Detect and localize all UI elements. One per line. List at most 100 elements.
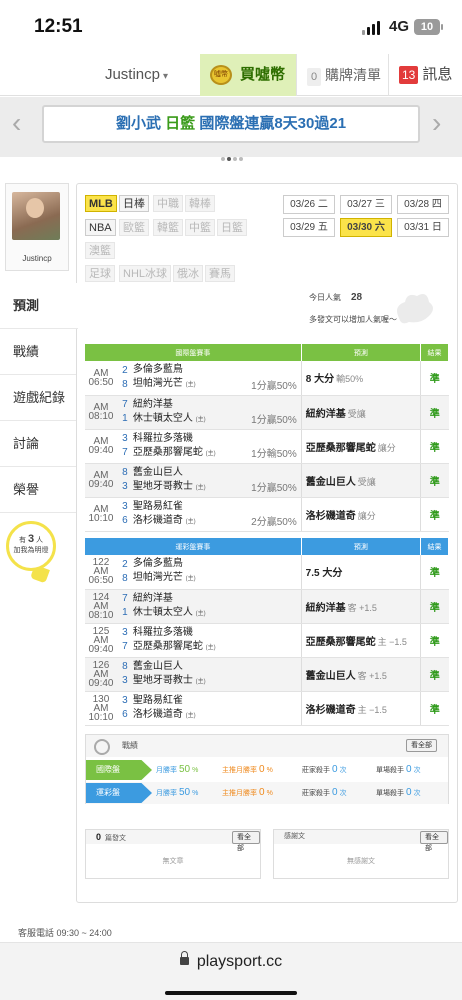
prediction-note: 受讓 bbox=[347, 408, 366, 419]
sport-tab-kr-basketball[interactable]: 韓籃 bbox=[153, 219, 183, 236]
home-team-line: 亞歷桑那響尾蛇 (主) bbox=[133, 446, 216, 461]
messages-button[interactable]: 13 訊息 bbox=[388, 54, 462, 96]
table-row[interactable]: 126 AM 09:40 8 3 舊金山巨人 聖地牙哥教士 (主) 舊金山巨人客 +1.5 準 bbox=[85, 657, 449, 692]
home-marker: (主) bbox=[185, 382, 196, 389]
home-marker: (主) bbox=[205, 450, 216, 457]
lightbulb-icon[interactable]: 有 3 人 加我為明燈 bbox=[6, 521, 56, 571]
team-number: 1 bbox=[122, 607, 128, 618]
team-number: 7 bbox=[122, 399, 128, 410]
game-code-time: 122 AM 06:50 bbox=[85, 555, 117, 590]
prediction-pick: 洛杉磯道奇 bbox=[305, 704, 356, 716]
record-stat: 主推月勝率 0% bbox=[222, 782, 273, 805]
record-stat: 主推月勝率 0% bbox=[222, 759, 273, 782]
team-numbers: 36 bbox=[116, 497, 133, 532]
prediction-note: 受讓 bbox=[357, 476, 376, 487]
chevron-left-icon[interactable]: ‹ bbox=[12, 107, 21, 139]
table-row[interactable]: AM 10:10 3 6 聖路易紅雀 洛杉磯道奇 (主) 2分贏50% 洛杉磯道奇 讓分準 bbox=[85, 497, 449, 532]
sport-tab-au-basketball[interactable]: 澳籃 bbox=[85, 242, 115, 259]
record-view-all-button[interactable]: 看全部 bbox=[406, 739, 437, 752]
message-count-badge: 13 bbox=[399, 66, 419, 84]
sidebar-item-record[interactable]: 戰績 bbox=[0, 329, 76, 375]
coin-icon: 噓幣 bbox=[210, 65, 232, 85]
sport-tab-cn-basketball[interactable]: 中籃 bbox=[185, 219, 215, 236]
date-tab[interactable]: 03/26 二 bbox=[283, 195, 335, 214]
game-time: AM 08:10 bbox=[88, 600, 114, 621]
date-tab[interactable]: 03/28 四 bbox=[397, 195, 449, 214]
table-row[interactable]: 124 AM 08:10 7 1 紐約洋基 休士頓太空人 (主) 紐約洋基客 +1.5 準 bbox=[85, 589, 449, 624]
score-result: 1分贏50% bbox=[215, 395, 302, 430]
result-mark: 準 bbox=[420, 623, 449, 658]
record-stat-unit: % bbox=[266, 790, 273, 797]
away-team: 聖路易紅雀 bbox=[132, 500, 183, 512]
url-display[interactable]: playsport.cc bbox=[0, 951, 462, 971]
sidebar-item-discussion[interactable]: 討論 bbox=[0, 421, 76, 467]
home-team: 坦帕灣光芒 bbox=[132, 572, 183, 584]
sidebar-item-game-log[interactable]: 遊戲紀錄 bbox=[0, 375, 76, 421]
sport-tab-horse-racing[interactable]: 賽馬 bbox=[205, 265, 235, 282]
prediction: 洛杉磯道奇 讓分 bbox=[300, 497, 421, 532]
record-row: 國際盤 月勝率 50% 主推月勝率 0% 莊家殺手 0 次單場殺手 0 次 bbox=[86, 759, 448, 781]
popularity-value: 28 bbox=[351, 292, 363, 303]
browser-url-bar[interactable]: playsport.cc bbox=[0, 942, 462, 1000]
popularity-hint: 多發文可以增加人氣喔～ bbox=[309, 315, 397, 324]
cart-button[interactable]: 0 購牌清單 bbox=[296, 54, 388, 96]
sport-tab-jp-baseball[interactable]: 日棒 bbox=[119, 195, 149, 212]
record-header: 戰績 看全部 bbox=[86, 735, 448, 757]
sport-tab-kbo[interactable]: 韓棒 bbox=[185, 195, 215, 212]
url-text: playsport.cc bbox=[196, 953, 283, 970]
home-marker: (主) bbox=[195, 678, 206, 685]
table-row[interactable]: 130 AM 10:10 3 6 聖路易紅雀 洛杉磯道奇 (主) 洛杉磯道奇主 −1.5 準 bbox=[85, 691, 449, 726]
banner-headline[interactable]: 劉小武 日籃 國際盤連贏8天30過21 bbox=[42, 105, 420, 143]
thanks-view-all-button[interactable]: 看全部 bbox=[420, 831, 448, 852]
prediction-pick: 8 大分 bbox=[305, 374, 335, 386]
sport-tab-eu-basketball[interactable]: 歐籃 bbox=[119, 219, 149, 236]
banner-league: 日籃 bbox=[165, 115, 196, 132]
record-stat: 月勝率 50% bbox=[156, 782, 198, 805]
popularity-label: 今日人氣 bbox=[309, 293, 341, 302]
table-row[interactable]: 122 AM 06:50 2 8 多倫多藍鳥 坦帕灣光芒 (主) 7.5 大分準 bbox=[85, 555, 449, 590]
team-numbers: 83 bbox=[116, 657, 133, 692]
prediction: 亞歷桑那響尾蛇主 −1.5 bbox=[300, 623, 421, 658]
sport-tab-ru-hockey[interactable]: 俄冰 bbox=[173, 265, 203, 282]
date-tab[interactable]: 03/29 五 bbox=[283, 218, 335, 237]
date-tab[interactable]: 03/30 六 bbox=[340, 218, 392, 237]
home-marker: (主) bbox=[185, 712, 196, 719]
posts-view-all-button[interactable]: 看全部 bbox=[232, 831, 260, 852]
record-stat-value: 50 bbox=[179, 764, 191, 775]
battery-icon: 10 bbox=[414, 19, 443, 35]
chevron-right-icon[interactable]: › bbox=[432, 107, 441, 139]
date-tab[interactable]: 03/27 三 bbox=[340, 195, 392, 214]
team-number: 1 bbox=[122, 413, 128, 424]
table-row[interactable]: AM 09:40 3 7 科羅拉多落磯 亞歷桑那響尾蛇 (主) 1分輸50% 亞歷桑那響尾蛇… bbox=[85, 429, 449, 464]
game-time: AM 10:10 bbox=[88, 702, 114, 723]
sport-tab-jp-basketball[interactable]: 日籃 bbox=[217, 219, 247, 236]
table-row[interactable]: AM 09:40 8 3 舊金山巨人 聖地牙哥教士 (主) 1分贏50% 舊金山巨人 受讓準 bbox=[85, 463, 449, 498]
prediction-note: 主 −1.5 bbox=[357, 704, 387, 715]
prediction: 亞歷桑那響尾蛇 讓分 bbox=[300, 429, 421, 464]
table-row[interactable]: AM 06:50 2 8 多倫多藍鳥 坦帕灣光芒 (主) 1分贏50% 8 大分 輸50% 準 bbox=[85, 361, 449, 396]
profile-card[interactable]: Justincp bbox=[5, 183, 69, 271]
sidebar-item-predict[interactable]: 預測 bbox=[0, 283, 78, 329]
sport-tab-mlb[interactable]: MLB bbox=[85, 195, 117, 212]
date-tab[interactable]: 03/31 日 bbox=[397, 218, 449, 237]
team-names: 科羅拉多落磯 亞歷桑那響尾蛇 (主) bbox=[132, 623, 216, 658]
avatar bbox=[12, 192, 60, 240]
team-names: 聖路易紅雀 洛杉磯道奇 (主) bbox=[132, 497, 216, 532]
table-row[interactable]: AM 08:10 7 1 紐約洋基 休士頓太空人 (主) 1分贏50% 紐約洋基 受讓準 bbox=[85, 395, 449, 430]
sport-tab-nba[interactable]: NBA bbox=[85, 219, 116, 236]
sport-tab-nhl[interactable]: NHL冰球 bbox=[119, 265, 172, 282]
prediction-note: 主 −1.5 bbox=[377, 636, 407, 647]
table-row[interactable]: 125 AM 09:40 3 7 科羅拉多落磯 亞歷桑那響尾蛇 (主) 亞歷桑那響尾蛇主 −… bbox=[85, 623, 449, 658]
home-indicator bbox=[165, 991, 297, 995]
user-dropdown[interactable]: Justincp ▾ bbox=[0, 54, 200, 96]
main-panel: MLB 日棒 中職 韓棒 NBA 歐籃 韓籃 中籃 日籃 澳籃 足球 NHL冰球… bbox=[76, 183, 458, 903]
sport-tab-cpbl[interactable]: 中職 bbox=[153, 195, 183, 212]
sidebar-item-honor[interactable]: 榮譽 bbox=[0, 467, 76, 513]
record-stat-unit: 次 bbox=[339, 790, 347, 797]
sport-tab-soccer[interactable]: 足球 bbox=[85, 265, 115, 282]
result-mark: 準 bbox=[420, 589, 449, 624]
record-stat: 莊家殺手 0 次 bbox=[302, 759, 347, 782]
away-team: 舊金山巨人 bbox=[132, 466, 183, 478]
prediction-pick: 紐約洋基 bbox=[305, 408, 346, 420]
away-team: 科羅拉多落磯 bbox=[132, 626, 193, 638]
